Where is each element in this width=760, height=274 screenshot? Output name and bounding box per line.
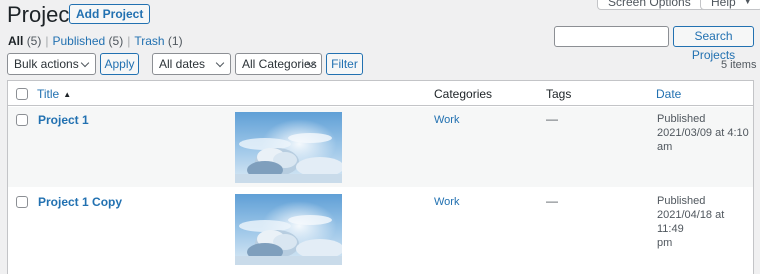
row-checkbox[interactable] [16,196,28,208]
view-all-count: (5) [26,34,42,48]
chevron-down-icon [80,58,90,68]
search-input[interactable] [554,26,669,47]
filter-button[interactable]: Filter [326,53,363,75]
table-header: Title ▲ Categories Tags Date [8,81,753,106]
select-all-checkbox[interactable] [16,88,28,100]
date-cell: Published 2021/03/09 at 4:10 am [657,112,749,154]
tags-value: — [546,112,558,126]
row-title-link[interactable]: Project 1 [38,113,89,127]
sort-ascending-icon: ▲ [63,90,72,99]
dates-select[interactable]: All dates [152,53,231,75]
featured-image [235,194,342,265]
view-published-link[interactable]: Published (5) [52,34,123,48]
bulk-actions-select[interactable]: Bulk actions [7,53,96,75]
view-published-label: Published [52,34,106,48]
categories-select[interactable]: All Categories [235,53,322,75]
category-link[interactable]: Work [434,195,459,209]
screen-options-label: Screen Options [608,0,691,9]
view-all-label: All [8,34,24,48]
separator: | [127,34,131,48]
table-row: Project 1 Work — Published 2021/03/09 at… [8,107,753,187]
search-projects-button[interactable]: Search Projects [673,26,754,62]
view-trash-label: Trash [134,34,165,48]
view-filters: All (5) | Published (5) | Trash (1) [8,34,183,48]
category-link[interactable]: Work [434,113,459,127]
add-project-button[interactable]: Add Project [69,4,151,24]
view-published-count: (5) [108,34,124,48]
apply-button[interactable]: Apply [100,53,139,75]
categories-value: All Categories [242,57,317,71]
table-row: Project 1 Copy Work — Published 2021/04/… [8,187,753,274]
column-categories-header: Categories [434,87,493,101]
post-date: 2021/03/09 at 4:10 [657,127,749,139]
date-cell: Published 2021/04/18 at 11:49 pm [657,194,753,250]
row-checkbox[interactable] [16,114,28,126]
column-title-label: Title [37,87,60,101]
projects-table: Title ▲ Categories Tags Date Project 1 W… [7,80,754,274]
view-trash-count: (1) [167,34,183,48]
separator: | [45,34,49,48]
column-tags-header: Tags [546,87,572,101]
post-date-suffix: pm [657,237,673,249]
column-date-header[interactable]: Date [656,87,681,101]
tags-value: — [546,194,558,208]
help-label: Help [711,0,736,9]
post-date: 2021/04/18 at 11:49 [657,209,725,235]
dates-value: All dates [159,57,206,71]
bulk-actions-value: Bulk actions [14,57,79,71]
view-all-link[interactable]: All (5) [8,34,41,48]
row-title-link[interactable]: Project 1 Copy [38,195,122,209]
help-tab[interactable]: Help ▼ [700,0,760,10]
post-date-suffix: am [657,141,673,153]
caret-down-icon: ▼ [743,0,752,6]
chevron-down-icon [215,58,225,68]
view-trash-link[interactable]: Trash (1) [134,34,182,48]
column-title-header[interactable]: Title ▲ [37,87,71,102]
featured-image [235,112,342,183]
items-count: 5 items [721,59,757,71]
post-status: Published [657,113,706,125]
post-status: Published [657,195,706,207]
